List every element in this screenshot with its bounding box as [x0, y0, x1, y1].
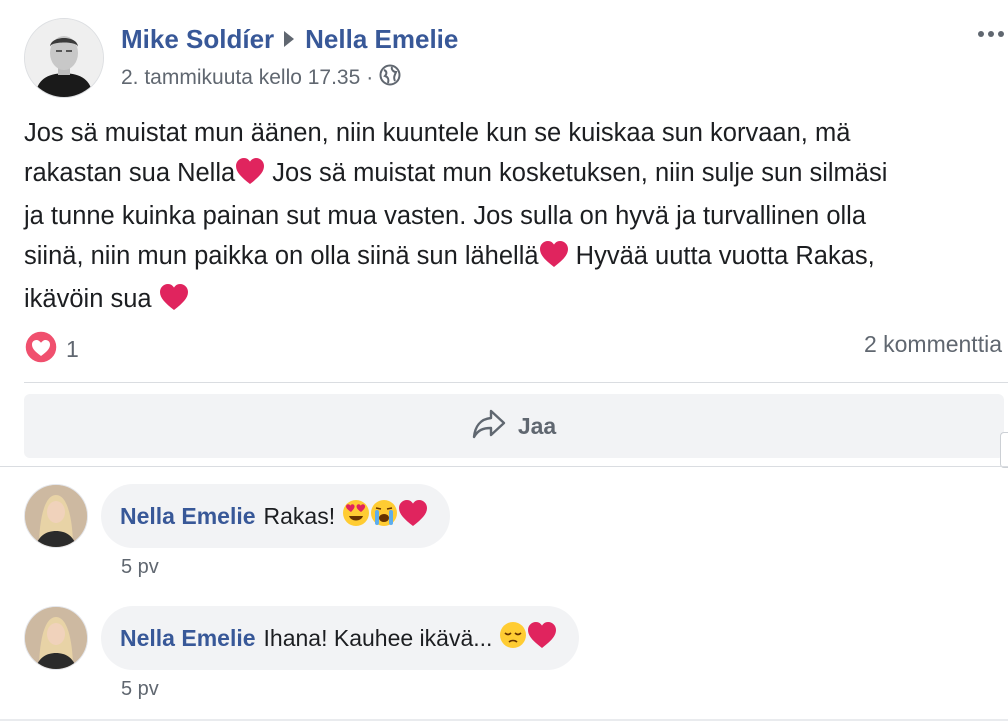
comment-author-link[interactable]: Nella Emelie: [120, 625, 256, 652]
commenter-avatar[interactable]: [24, 484, 88, 548]
share-arrow-icon: [472, 409, 506, 444]
comment-text-content: Rakas!: [263, 502, 336, 529]
comment-author-link[interactable]: Nella Emelie: [120, 503, 256, 530]
comment-timestamp-link[interactable]: 5 pv: [121, 678, 159, 701]
red-heart-emoji: [235, 157, 265, 198]
meta-separator: ·: [366, 66, 374, 89]
post-text-segment: siinä, niin mun paikka on olla siinä sun…: [24, 241, 539, 270]
arrow-right-icon: [283, 24, 295, 55]
red-heart-emoji: [159, 283, 189, 324]
post-text-line: Jos sä muistat mun äänen, niin kuuntele …: [24, 119, 851, 147]
commenter-avatar[interactable]: [24, 606, 88, 670]
divider: [0, 466, 1008, 467]
post-text-line: ja tunne kuinka painan sut mua vasten. J…: [24, 202, 867, 230]
author-name-link[interactable]: Mike Soldíer: [121, 24, 274, 55]
post-timestamp-link[interactable]: 2. tammikuuta kello 17.35: [121, 66, 360, 90]
recipient-name-link[interactable]: Nella Emelie: [305, 24, 458, 55]
post-header: Mike Soldíer Nella Emelie: [121, 24, 458, 55]
reaction-summary[interactable]: 1: [24, 330, 79, 369]
comments-count-link[interactable]: 2 kommenttia: [864, 331, 1002, 358]
reaction-count: 1: [66, 336, 79, 362]
post-text-line-group: ikävöin sua: [24, 280, 1008, 324]
facebook-post: Mike Soldíer Nella Emelie 2. tammikuuta …: [0, 0, 1008, 724]
scroll-handle[interactable]: [1000, 432, 1008, 468]
comment-text-content: Ihana! Kauhee ikävä...: [263, 624, 493, 651]
red-heart-emoji: [539, 240, 569, 281]
heart-eyes-emoji: [342, 499, 370, 533]
globe-icon[interactable]: [379, 64, 401, 92]
author-avatar[interactable]: [24, 18, 104, 98]
share-label: Jaa: [517, 412, 557, 439]
comment-text: Ihana! Kauhee ikävä...: [264, 621, 557, 655]
pensive-face-emoji: [499, 621, 527, 655]
post-text-line-group: rakastan sua Nella Jos sä muistat mun ko…: [24, 154, 1008, 198]
comment-bubble: Nella Emelie Ihana! Kauhee ikävä...: [101, 606, 579, 670]
divider: [0, 719, 1008, 721]
love-reaction-icon: [24, 330, 58, 369]
post-text-segment: Hyvää uutta vuotta Rakas,: [568, 241, 875, 270]
post-text-segment: rakastan sua Nella: [24, 158, 236, 187]
red-heart-emoji: [398, 499, 428, 533]
share-button[interactable]: Jaa: [24, 394, 1004, 458]
post-body: Jos sä muistat mun äänen, niin kuuntele …: [24, 114, 1008, 324]
post-text-segment: ikävöin sua: [24, 285, 159, 313]
more-dots-icon[interactable]: [972, 22, 1008, 46]
post-text-segment: Jos sä muistat mun kosketuksen, niin sul…: [265, 158, 888, 187]
comment-text: Rakas!: [264, 499, 428, 533]
post-meta: 2. tammikuuta kello 17.35 ·: [121, 64, 401, 92]
post-text-line-group: siinä, niin mun paikka on olla siinä sun…: [24, 237, 1008, 281]
comment-timestamp-link[interactable]: 5 pv: [121, 556, 159, 579]
loudly-crying-emoji: [370, 499, 398, 533]
red-heart-emoji: [527, 621, 557, 655]
divider: [24, 382, 1008, 383]
comment-bubble: Nella Emelie Rakas!: [101, 484, 450, 548]
